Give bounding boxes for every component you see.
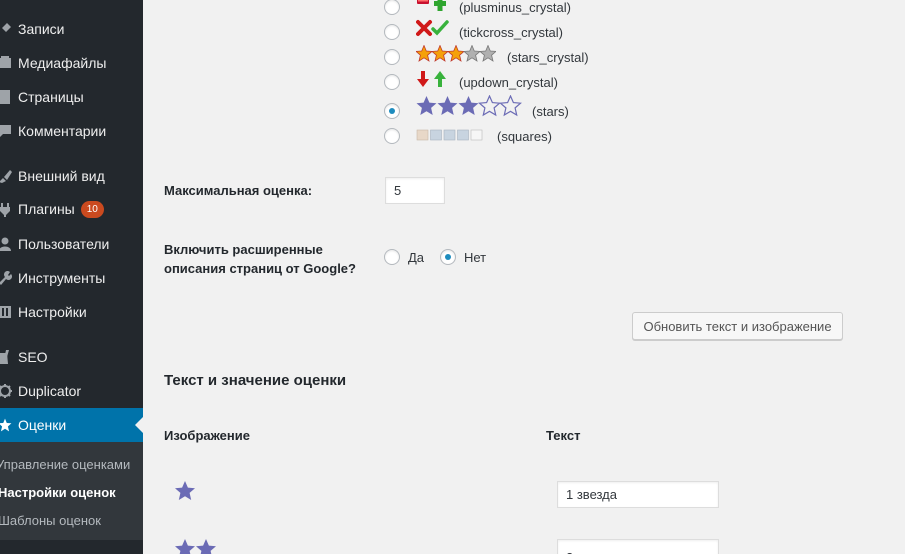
- google-rich-yes-radio[interactable]: [384, 249, 400, 265]
- image-set-radio[interactable]: [384, 49, 400, 65]
- update-count-badge: 10: [80, 200, 104, 218]
- admin-sidebar: Записи Медиафайлы Страницы Комментарии В…: [0, 0, 143, 554]
- menu-item-duplicator[interactable]: Duplicator: [0, 374, 143, 408]
- two-stars-icon: [174, 538, 218, 554]
- menu-label: Комментарии: [18, 123, 107, 139]
- star-icon: [0, 417, 12, 433]
- wrench-icon: [0, 270, 12, 286]
- menu-item-posts[interactable]: Записи: [0, 12, 143, 46]
- menu-label: Настройки: [18, 304, 87, 320]
- one-star-icon: [174, 480, 196, 505]
- google-rich-no-label: Нет: [464, 250, 487, 265]
- submenu-manage-ratings[interactable]: Управление оценками: [0, 452, 130, 476]
- comments-icon: [0, 123, 12, 139]
- submenu-rating-templates[interactable]: Шаблоны оценок: [0, 508, 101, 532]
- brush-icon: [0, 168, 12, 184]
- google-rich-label: Включить расширенные описания страниц от…: [164, 242, 356, 276]
- main-content: (plusminus_crystal) (tickcross_crystal): [143, 0, 905, 554]
- menu-item-seo[interactable]: SEO: [0, 340, 143, 374]
- menu-label: Duplicator: [18, 383, 82, 399]
- plugin-icon: [0, 202, 12, 218]
- menu-label: Оценки: [18, 417, 67, 433]
- menu-label: Инструменты: [18, 270, 106, 286]
- update-text-image-button[interactable]: Обновить текст и изображение: [632, 312, 843, 340]
- image-set-radio[interactable]: [384, 103, 400, 119]
- max-rating-label: Максимальная оценка:: [164, 183, 313, 198]
- image-set-label: (stars): [532, 104, 569, 119]
- image-set-radio[interactable]: [384, 0, 400, 15]
- section-title: Текст и значение оценки: [164, 372, 347, 389]
- image-set-radio[interactable]: [384, 24, 400, 40]
- max-rating-input[interactable]: [385, 177, 445, 204]
- column-header-image: Изображение: [164, 428, 250, 443]
- pages-icon: [0, 89, 12, 105]
- menu-item-pages[interactable]: Страницы: [0, 80, 143, 114]
- tickcross-icon: [416, 19, 450, 40]
- menu-label: Плагины: [18, 201, 75, 218]
- menu-label: Внешний вид: [18, 168, 105, 184]
- google-rich-yes-label: Да: [408, 250, 425, 265]
- image-set-label: (stars_crystal): [507, 50, 589, 65]
- menu-label: SEO: [18, 349, 48, 365]
- media-icon: [0, 55, 12, 71]
- menu-item-settings[interactable]: Настройки: [0, 295, 143, 329]
- menu-label: Пользователи: [18, 236, 110, 252]
- menu-item-ratings[interactable]: Оценки: [0, 408, 143, 442]
- menu-item-appearance[interactable]: Внешний вид: [0, 159, 143, 193]
- column-header-text: Текст: [546, 428, 581, 443]
- squares-icon: [416, 128, 488, 145]
- updown-icon: [416, 70, 450, 91]
- stars-crystal-icon: [415, 45, 497, 66]
- rating-text-input[interactable]: [557, 481, 719, 508]
- image-set-label: (tickcross_crystal): [459, 25, 564, 40]
- menu-item-users[interactable]: Пользователи: [0, 227, 143, 261]
- ratings-submenu: Управление оценками Настройки оценок Шаб…: [0, 442, 143, 540]
- users-icon: [0, 236, 12, 252]
- menu-label: Медиафайлы: [18, 55, 107, 71]
- menu-label: Страницы: [18, 89, 84, 105]
- submenu-rating-settings[interactable]: Настройки оценок: [0, 480, 116, 504]
- menu-item-tools[interactable]: Инструменты: [0, 261, 143, 295]
- menu-item-media[interactable]: Медиафайлы: [0, 46, 143, 80]
- seo-icon: [0, 349, 12, 365]
- image-set-label: (squares): [497, 129, 552, 144]
- rating-text-input[interactable]: [557, 539, 719, 554]
- menu-label: Записи: [18, 21, 65, 37]
- image-set-label: (updown_crystal): [459, 75, 558, 90]
- google-rich-no-radio[interactable]: [440, 249, 456, 265]
- duplicator-icon: [0, 383, 12, 399]
- pin-icon: [0, 21, 12, 37]
- image-set-label: (plusminus_crystal): [459, 0, 571, 15]
- menu-item-comments[interactable]: Комментарии: [0, 114, 143, 148]
- stars-icon: [416, 95, 522, 120]
- settings-icon: [0, 304, 12, 320]
- image-set-radio[interactable]: [384, 128, 400, 144]
- plusminus-icon: [416, 0, 450, 15]
- menu-item-plugins[interactable]: Плагины 10: [0, 193, 143, 227]
- image-set-radio[interactable]: [384, 74, 400, 90]
